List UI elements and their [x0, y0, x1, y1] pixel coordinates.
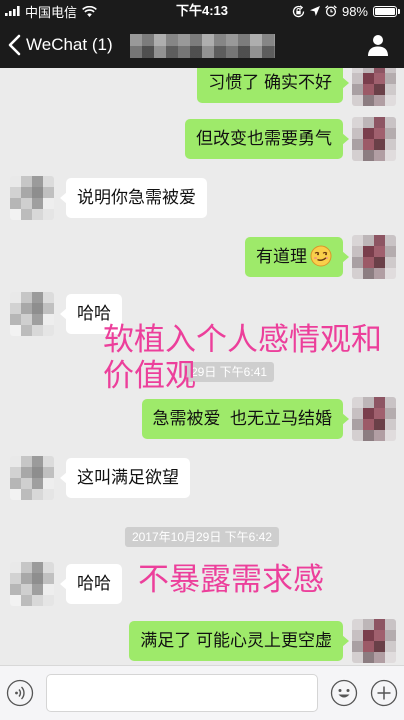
voice-input-icon[interactable] — [6, 679, 34, 707]
contact-avatar[interactable] — [10, 456, 54, 500]
message-text: 急需被爱 也无立马结婚 — [152, 409, 332, 428]
pink-annotation: 不暴露需求感 — [138, 562, 324, 598]
contact-avatar[interactable] — [10, 562, 54, 606]
signal-bars-icon — [5, 6, 20, 16]
smirk-emoji-icon — [310, 245, 332, 267]
nav-bar: WeChat (1) — [0, 22, 404, 68]
annotation-line: 软植入个人感情观和 — [103, 322, 382, 357]
battery-percent: 98% — [341, 3, 368, 19]
contact-avatar[interactable] — [10, 292, 54, 336]
message-list[interactable]: 习惯了 确实不好 但改变也需要勇气 说明你急需被爱 有道理 哈哈 29日 下午6… — [0, 68, 404, 665]
my-avatar[interactable] — [352, 235, 396, 279]
battery-icon — [373, 5, 400, 17]
back-button[interactable]: WeChat (1) — [8, 22, 113, 68]
alarm-clock-icon — [325, 5, 337, 17]
rotation-lock-icon — [292, 4, 305, 18]
my-avatar[interactable] — [352, 397, 396, 441]
received-message-bubble[interactable]: 哈哈 — [60, 564, 122, 604]
received-message-bubble[interactable]: 这叫满足欲望 — [60, 458, 190, 498]
carrier-label: 中国电信 — [25, 4, 78, 20]
message-text: 有道理 — [256, 247, 307, 266]
pink-annotation: 软植入个人感情观和 价值观 — [103, 322, 382, 394]
my-avatar[interactable] — [352, 117, 396, 161]
contact-avatar[interactable] — [10, 176, 54, 220]
status-right-group: 98% — [292, 0, 400, 22]
person-icon — [366, 33, 390, 57]
sent-message-bubble[interactable]: 满足了 可能心灵上更空虚 — [129, 621, 349, 661]
wifi-icon — [82, 5, 97, 17]
chat-title-pixelated — [130, 34, 275, 58]
sent-message-bubble[interactable]: 但改变也需要勇气 — [185, 119, 349, 159]
plus-circle-icon[interactable] — [370, 679, 398, 707]
my-avatar[interactable] — [352, 619, 396, 663]
chat-info-button[interactable] — [366, 33, 390, 57]
battery-fill — [375, 7, 395, 15]
input-toolbar — [0, 665, 404, 720]
emoji-icon[interactable] — [330, 679, 358, 707]
sent-message-bubble[interactable]: 有道理 — [245, 237, 349, 277]
message-text: 哈哈 — [77, 304, 111, 323]
status-bar: 中国电信 下午4:13 98% — [0, 0, 404, 22]
my-avatar[interactable] — [352, 68, 396, 106]
clock-time: 下午4:13 — [175, 3, 229, 18]
message-text: 满足了 可能心灵上更空虚 — [140, 631, 332, 650]
annotation-line: 不暴露需求感 — [138, 562, 324, 597]
message-text: 习惯了 确实不好 — [208, 73, 332, 92]
sent-message-bubble[interactable]: 习惯了 确实不好 — [197, 68, 349, 103]
timestamp-divider: 2017年10月29日 下午6:42 — [124, 527, 280, 547]
annotation-line: 价值观 — [103, 358, 196, 393]
message-input[interactable] — [46, 674, 318, 712]
message-text: 但改变也需要勇气 — [196, 129, 332, 148]
received-message-bubble[interactable]: 说明你急需被爱 — [60, 178, 207, 218]
chevron-left-icon — [8, 34, 21, 56]
sent-message-bubble[interactable]: 急需被爱 也无立马结婚 — [141, 399, 350, 439]
status-left-group: 中国电信 — [5, 0, 97, 22]
message-text: 哈哈 — [77, 574, 111, 593]
message-text: 说明你急需被爱 — [77, 188, 196, 207]
back-label: WeChat (1) — [26, 35, 113, 54]
message-text: 这叫满足欲望 — [77, 468, 179, 487]
location-arrow-icon — [309, 6, 320, 16]
